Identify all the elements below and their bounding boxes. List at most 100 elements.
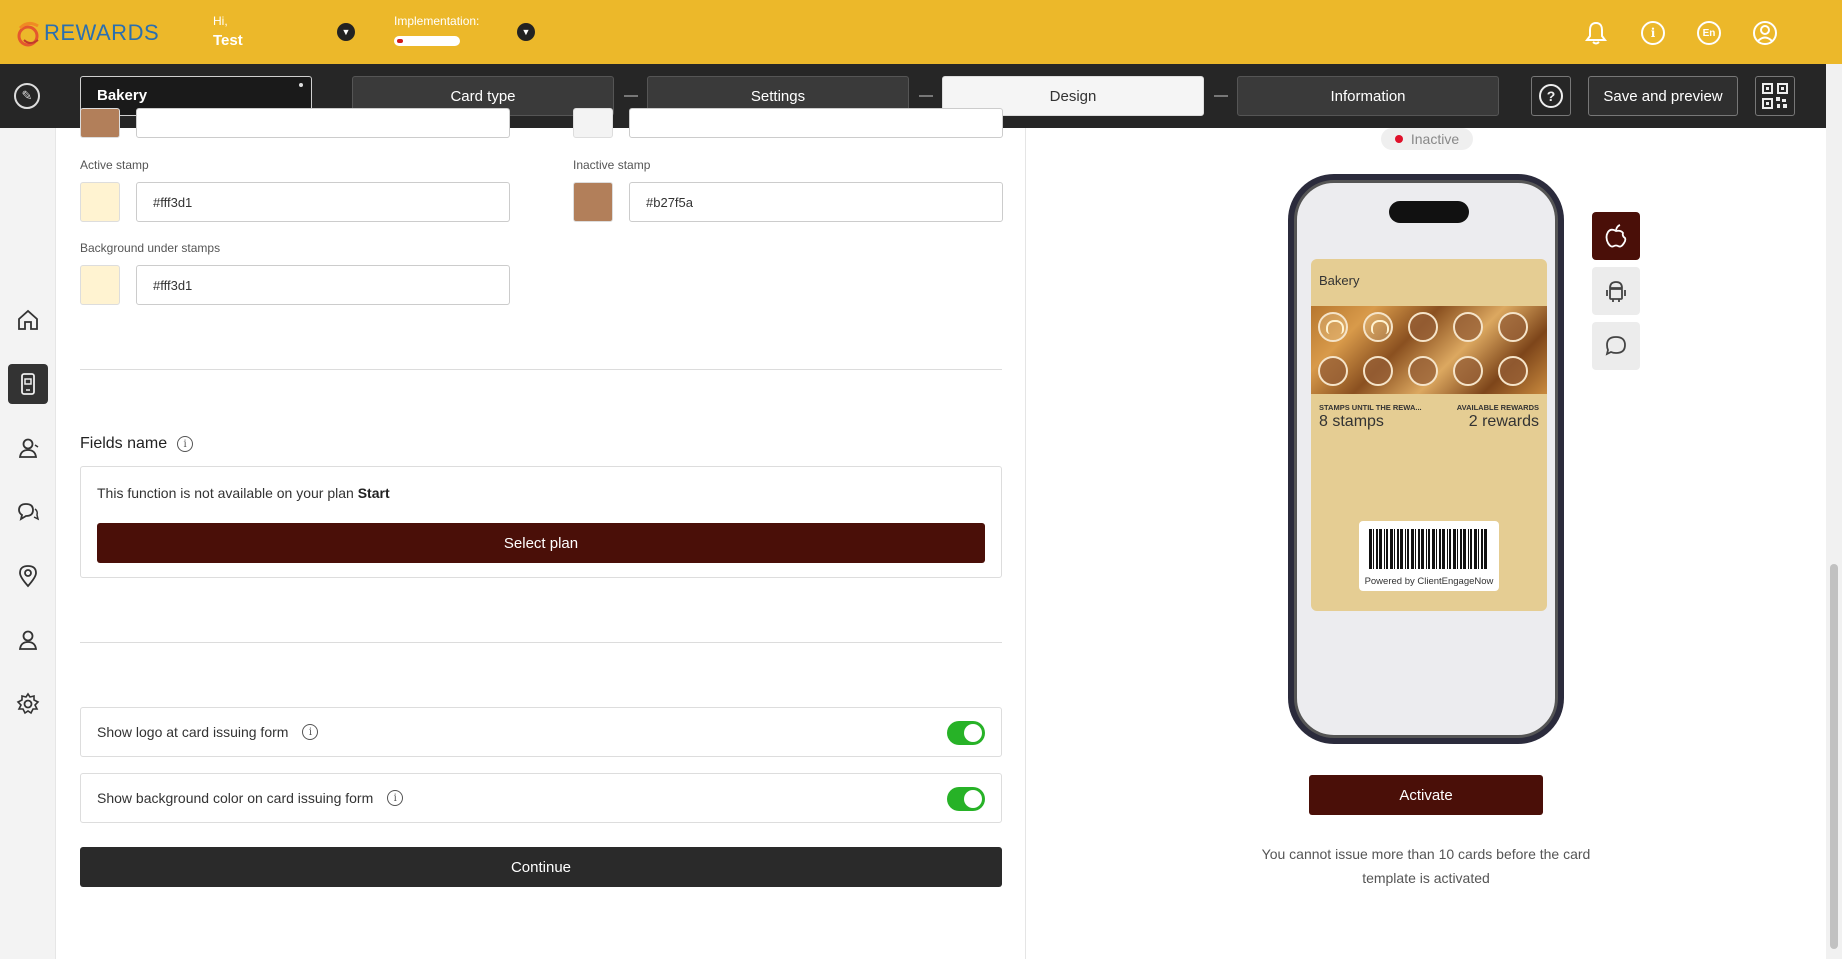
- help-icon: ?: [1539, 84, 1563, 108]
- divider: [80, 642, 1002, 643]
- required-dot: [299, 83, 303, 87]
- stamp-inactive: [1453, 356, 1483, 386]
- implementation-label: Implementation:: [394, 14, 480, 28]
- stamp-inactive: [1363, 356, 1393, 386]
- sidebar-item-cards[interactable]: [8, 364, 48, 404]
- info-icon[interactable]: i: [302, 724, 319, 740]
- info-icon[interactable]: i: [1640, 20, 1666, 46]
- step-separator: [919, 95, 933, 97]
- toggle-knob: [964, 724, 982, 742]
- location-pin-icon: [19, 565, 37, 588]
- sidebar-item-locations[interactable]: [8, 556, 48, 596]
- account-icon[interactable]: [1752, 20, 1778, 46]
- language-icon[interactable]: En: [1696, 20, 1722, 46]
- sidebar-item-managers[interactable]: [8, 620, 48, 660]
- wallet-pass: Bakery STAMPS UNTIL THE REWA... 8 stamps…: [1311, 259, 1547, 611]
- implementation-chevron-down-icon[interactable]: ▼: [517, 23, 535, 41]
- barcode-icon: [1369, 529, 1487, 569]
- stamps-until-reward-label: STAMPS UNTIL THE REWA...: [1319, 403, 1422, 412]
- show-background-label: Show background color on card issuing fo…: [97, 790, 404, 806]
- stamp-inactive: [1453, 312, 1483, 342]
- save-and-preview-label: Save and preview: [1603, 87, 1723, 105]
- tab-design-label: Design: [1049, 87, 1097, 105]
- powered-by-text: Powered by ClientEngageNow: [1364, 576, 1494, 587]
- inactive-stamp-input[interactable]: #b27f5a: [629, 182, 1003, 222]
- stamp-strip: [1311, 306, 1547, 394]
- scrollbar-thumb[interactable]: [1830, 564, 1838, 949]
- save-and-preview-button[interactable]: Save and preview: [1588, 76, 1738, 116]
- activation-note: You cannot issue more than 10 cards befo…: [1261, 846, 1591, 886]
- user-name: Test: [213, 32, 243, 49]
- divider: [80, 369, 1002, 370]
- qr-code-icon: [1762, 83, 1788, 109]
- stamp-inactive: [1408, 356, 1438, 386]
- android-preview-button[interactable]: [1592, 267, 1640, 315]
- language-label: En: [1697, 21, 1721, 45]
- mobile-card-icon: [21, 373, 35, 395]
- page-scrollbar[interactable]: [1826, 64, 1842, 959]
- greeting-label: Hi,: [213, 14, 228, 28]
- tab-card-type-label: Card type: [450, 87, 516, 105]
- partial-color-input[interactable]: [136, 108, 510, 138]
- select-plan-button[interactable]: Select plan: [97, 523, 985, 563]
- toggle-knob: [964, 790, 982, 808]
- gear-icon: [16, 692, 40, 715]
- stamp-active: [1318, 312, 1348, 342]
- stamp-inactive: [1408, 312, 1438, 342]
- plan-name: Start: [357, 485, 390, 501]
- activate-button[interactable]: Activate: [1309, 775, 1543, 815]
- card-name-value: Bakery: [97, 87, 148, 104]
- tab-information[interactable]: Information: [1237, 76, 1499, 116]
- app-logo[interactable]: REWARDS: [14, 18, 159, 48]
- fields-name-title: Fields name: [80, 435, 168, 452]
- show-logo-toggle[interactable]: [947, 721, 985, 745]
- active-stamp-input[interactable]: #fff3d1: [136, 182, 510, 222]
- stamp-inactive: [1498, 356, 1528, 386]
- show-background-row: Show background color on card issuing fo…: [80, 773, 1002, 823]
- sidebar-item-settings[interactable]: [8, 684, 48, 724]
- inactive-stamp-swatch[interactable]: [573, 182, 613, 222]
- show-logo-row: Show logo at card issuing form i: [80, 707, 1002, 757]
- partial-swatch[interactable]: [573, 108, 613, 138]
- show-background-toggle[interactable]: [947, 787, 985, 811]
- tab-information-label: Information: [1330, 87, 1406, 105]
- qr-code-button[interactable]: [1755, 76, 1795, 116]
- background-under-stamps-input[interactable]: #fff3d1: [136, 265, 510, 305]
- chat-bubble-icon: [1605, 336, 1626, 356]
- barcode-box: Powered by ClientEngageNow: [1359, 521, 1499, 591]
- background-under-stamps-swatch[interactable]: [80, 265, 120, 305]
- status-badge: Inactive: [1381, 128, 1473, 150]
- available-rewards-label: AVAILABLE REWARDS: [1456, 403, 1539, 412]
- show-logo-label: Show logo at card issuing form i: [97, 724, 319, 740]
- implementation-progress: Implementation:: [394, 14, 479, 46]
- partial-color-input[interactable]: [629, 108, 1003, 138]
- info-icon[interactable]: i: [177, 436, 194, 452]
- fields-name-heading: Fields name i: [80, 435, 194, 453]
- info-icon[interactable]: i: [387, 790, 404, 806]
- phone-notch: [1389, 201, 1469, 223]
- top-bar: REWARDS Hi, Test ▼ Implementation: ▼ i E…: [0, 0, 1842, 64]
- message-preview-button[interactable]: [1592, 322, 1640, 370]
- help-button[interactable]: ?: [1531, 76, 1571, 116]
- edit-pencil-icon[interactable]: ✎: [14, 83, 40, 109]
- tab-settings-label: Settings: [750, 87, 806, 105]
- step-separator: [624, 95, 638, 97]
- sidebar-item-messages[interactable]: [8, 492, 48, 532]
- partial-swatch[interactable]: [80, 108, 120, 138]
- sidebar-item-clients[interactable]: [8, 428, 48, 468]
- sidebar-item-home[interactable]: [8, 300, 48, 340]
- stamp-inactive: [1318, 356, 1348, 386]
- active-stamp-swatch[interactable]: [80, 182, 120, 222]
- apple-icon: [1605, 224, 1627, 248]
- user-menu-chevron-down-icon[interactable]: ▼: [337, 23, 355, 41]
- plan-restriction-text: This function is not available on your p…: [97, 485, 390, 501]
- status-dot: [1394, 135, 1403, 143]
- pass-title: Bakery: [1319, 273, 1360, 288]
- active-stamp-label: Active stamp: [80, 158, 149, 172]
- plan-restriction-box: This function is not available on your p…: [80, 466, 1002, 578]
- design-form: Active stamp #fff3d1 Inactive stamp #b27…: [56, 108, 1026, 959]
- apple-preview-button[interactable]: [1592, 212, 1640, 260]
- show-background-text: Show background color on card issuing fo…: [97, 790, 374, 806]
- continue-button[interactable]: Continue: [80, 847, 1002, 887]
- bell-icon[interactable]: [1583, 20, 1609, 46]
